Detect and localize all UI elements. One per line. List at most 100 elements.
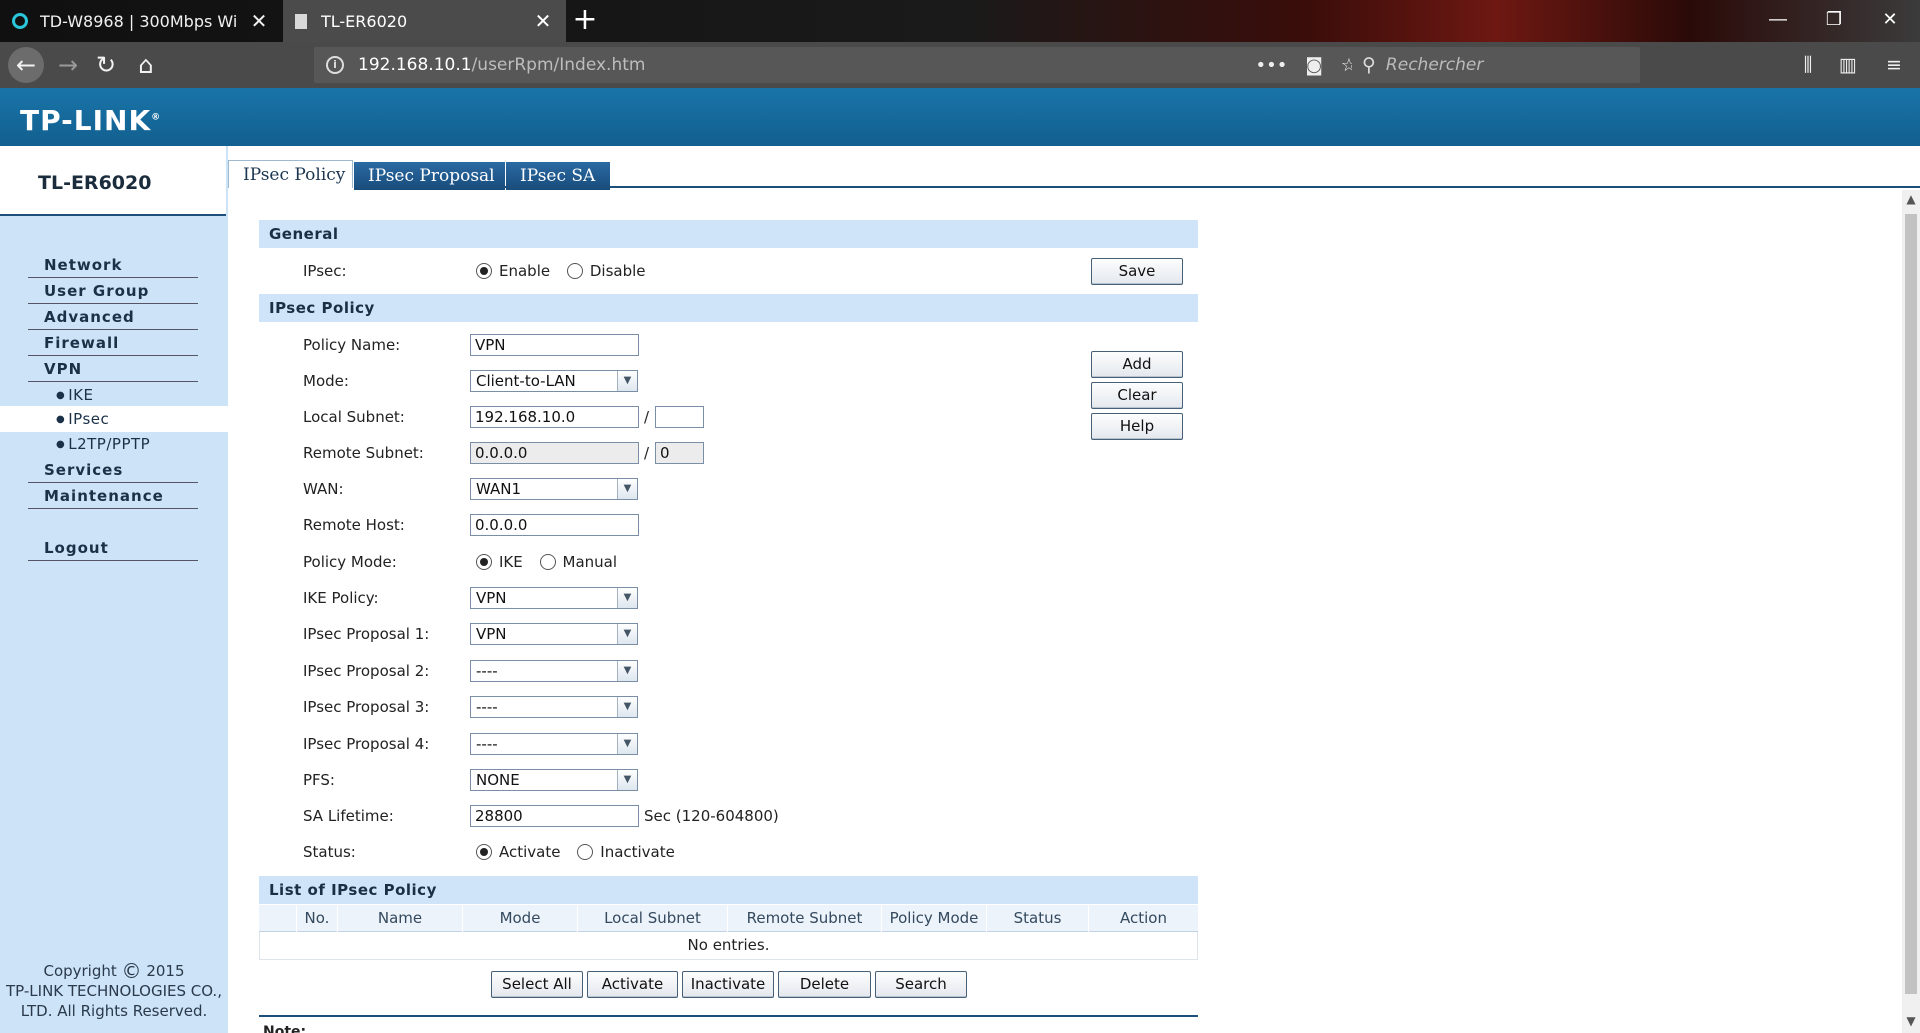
logo-text: TP-LINK	[20, 104, 152, 137]
col-status: Status	[986, 905, 1088, 932]
library-icon[interactable]: ⫼	[1790, 47, 1826, 83]
sidebar-item-advanced[interactable]: Advanced	[28, 304, 198, 330]
scroll-thumb[interactable]	[1905, 214, 1917, 994]
local-subnet-mask-input[interactable]	[655, 406, 704, 428]
chevron-down-icon[interactable]: ▼	[617, 697, 637, 717]
radio-ike[interactable]	[476, 554, 492, 570]
minimize-icon[interactable]: ―	[1750, 0, 1806, 42]
radio-disable[interactable]	[566, 263, 583, 279]
home-icon[interactable]: ⌂	[128, 47, 164, 83]
chevron-down-icon[interactable]: ▼	[617, 588, 637, 608]
reload-icon[interactable]: ↻	[88, 47, 124, 83]
activate-button[interactable]: Activate	[587, 971, 678, 998]
close-icon[interactable]: ✕	[532, 9, 554, 33]
status-inactivate-radio[interactable]: Inactivate	[577, 843, 675, 861]
pfs-label: PFS:	[303, 771, 335, 789]
enable-radio[interactable]: Enable	[476, 262, 550, 280]
remote-subnet-mask-input[interactable]: 0	[655, 442, 704, 464]
radio-manual[interactable]	[539, 554, 556, 570]
tplink-swirl-icon	[12, 13, 28, 29]
ipsec-enable-radio-group: Enable Disable	[476, 260, 658, 282]
sidebar-subitem-l2tp-pptp[interactable]: ● L2TP/PPTP	[0, 431, 228, 457]
browser-tab-tler6020[interactable]: TL-ER6020 ✕	[283, 0, 566, 42]
url-bar[interactable]: i 192.168.10.1/userRpm/Index.htm ••• ◙ ☆	[314, 47, 1367, 83]
scroll-down-icon[interactable]: ▼	[1902, 1014, 1920, 1028]
sidebar: TL-ER6020 Network User Group Advanced Fi…	[0, 146, 228, 1033]
back-arrow-icon[interactable]: ←	[8, 47, 44, 83]
new-tab-icon[interactable]: +	[570, 0, 600, 42]
status-activate-radio[interactable]: Activate	[476, 843, 560, 861]
sidebar-item-firewall[interactable]: Firewall	[28, 330, 198, 356]
chevron-down-icon[interactable]: ▼	[617, 770, 637, 790]
policy-mode-radio-group: IKE Manual	[476, 551, 629, 573]
chevron-down-icon[interactable]: ▼	[617, 661, 637, 681]
policy-mode-label: Policy Mode:	[303, 553, 397, 571]
sidebar-item-logout[interactable]: Logout	[28, 535, 198, 561]
ike-policy-select[interactable]: VPN ▼	[470, 587, 638, 609]
proposal3-select[interactable]: ---- ▼	[470, 696, 638, 718]
sidebar-item-services[interactable]: Services	[28, 457, 198, 483]
delete-button[interactable]: Delete	[778, 971, 871, 998]
mode-select[interactable]: Client-to-LAN ▼	[470, 370, 638, 392]
save-button[interactable]: Save	[1091, 258, 1183, 285]
copyright-icon: ©	[121, 959, 142, 983]
enable-label: Enable	[499, 262, 551, 280]
wan-select[interactable]: WAN1 ▼	[470, 478, 638, 500]
restore-icon[interactable]: ❐	[1806, 0, 1862, 42]
sidebar-item-network[interactable]: Network	[28, 252, 198, 278]
chevron-down-icon[interactable]: ▼	[617, 734, 637, 754]
section-general: General	[259, 220, 1198, 248]
inactivate-button[interactable]: Inactivate	[682, 971, 774, 998]
sidebar-toggle-icon[interactable]: ▥	[1830, 47, 1866, 83]
chevron-down-icon[interactable]: ▼	[617, 371, 637, 391]
chevron-down-icon[interactable]: ▼	[617, 479, 637, 499]
proposal1-select[interactable]: VPN ▼	[470, 623, 638, 645]
sa-lifetime-label: SA Lifetime:	[303, 807, 394, 825]
radio-inactivate[interactable]	[577, 844, 594, 860]
sidebar-subitem-ipsec[interactable]: ● IPsec	[0, 406, 228, 432]
search-input[interactable]: ⚲ Rechercher	[1352, 47, 1640, 83]
clear-button[interactable]: Clear	[1091, 382, 1183, 409]
sidebar-item-vpn[interactable]: VPN	[28, 356, 198, 382]
bullet-icon: ●	[56, 390, 66, 401]
remote-host-input[interactable]: 0.0.0.0	[470, 514, 639, 536]
remote-subnet-ip-input[interactable]: 0.0.0.0	[470, 442, 639, 464]
proposal3-label: IPsec Proposal 3:	[303, 698, 430, 716]
more-icon[interactable]: •••	[1256, 55, 1288, 76]
add-button[interactable]: Add	[1091, 351, 1183, 378]
policy-mode-manual-radio[interactable]: Manual	[539, 553, 617, 571]
pfs-select[interactable]: NONE ▼	[470, 769, 638, 791]
vertical-scrollbar[interactable]: ▲ ▼	[1902, 190, 1920, 1033]
radio-activate[interactable]	[476, 844, 492, 860]
policy-name-input[interactable]: VPN	[470, 334, 639, 356]
menu-icon[interactable]: ≡	[1876, 47, 1912, 83]
policy-mode-ike-radio[interactable]: IKE	[476, 553, 523, 571]
bullet-icon: ●	[56, 439, 66, 450]
proposal4-value: ----	[476, 735, 498, 753]
ipsec-label: IPsec:	[303, 262, 347, 280]
info-icon[interactable]: i	[326, 56, 344, 74]
search-button[interactable]: Search	[875, 971, 967, 998]
scroll-up-icon[interactable]: ▲	[1902, 192, 1920, 206]
local-subnet-ip-input[interactable]: 192.168.10.0	[470, 406, 639, 428]
chevron-down-icon[interactable]: ▼	[617, 624, 637, 644]
proposal2-select[interactable]: ---- ▼	[470, 660, 638, 682]
sidebar-item-user-group[interactable]: User Group	[28, 278, 198, 304]
disable-radio[interactable]: Disable	[566, 262, 646, 280]
proposal4-select[interactable]: ---- ▼	[470, 733, 638, 755]
select-all-button[interactable]: Select All	[491, 971, 583, 998]
sidebar-subitem-ike[interactable]: ● IKE	[0, 382, 228, 408]
sidebar-item-maintenance[interactable]: Maintenance	[28, 483, 198, 509]
forward-arrow-icon[interactable]: →	[50, 47, 86, 83]
window-close-icon[interactable]: ✕	[1862, 0, 1918, 42]
note-label: Note:	[263, 1024, 307, 1033]
pocket-icon[interactable]: ◙	[1305, 55, 1322, 76]
sa-lifetime-input[interactable]: 28800	[470, 805, 639, 827]
help-button[interactable]: Help	[1091, 413, 1183, 440]
close-icon[interactable]: ✕	[248, 9, 270, 33]
tab-ipsec-policy[interactable]: IPsec Policy	[228, 160, 353, 188]
browser-tab-tdw8968[interactable]: TD-W8968 | 300Mbps Wireless N ✕	[0, 0, 282, 42]
slash-separator: /	[644, 408, 650, 426]
radio-enable[interactable]	[476, 263, 492, 279]
slash-separator: /	[644, 444, 650, 462]
